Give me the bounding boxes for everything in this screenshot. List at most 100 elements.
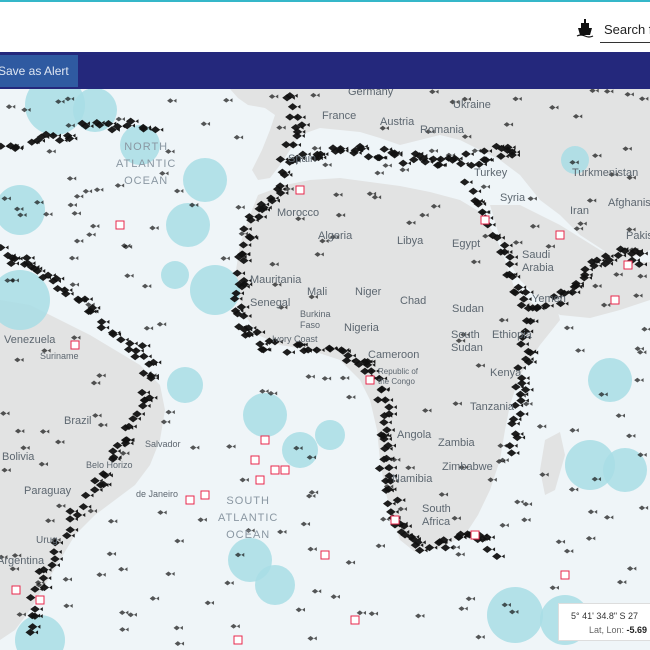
vessel-marker[interactable] xyxy=(398,159,411,167)
vessel-marker[interactable] xyxy=(167,98,177,104)
vessel-marker[interactable] xyxy=(295,607,306,613)
vessel-marker[interactable] xyxy=(465,596,476,602)
vessel-marker[interactable] xyxy=(450,544,460,550)
vessel-marker[interactable] xyxy=(139,352,152,360)
vessel-marker[interactable] xyxy=(62,576,73,582)
vessel-marker[interactable] xyxy=(428,148,439,154)
alert-marker[interactable] xyxy=(623,260,633,270)
vessel-marker[interactable] xyxy=(282,348,295,356)
vessel-marker[interactable] xyxy=(321,376,332,381)
vessel-marker[interactable] xyxy=(514,499,524,505)
alert-marker[interactable] xyxy=(350,615,360,625)
vessel-marker[interactable] xyxy=(482,545,496,553)
vessel-marker[interactable] xyxy=(480,184,491,190)
vessel-marker[interactable] xyxy=(277,529,287,535)
search-input[interactable] xyxy=(600,16,650,43)
vessel-marker[interactable] xyxy=(69,282,80,288)
vessel-marker[interactable] xyxy=(603,514,614,520)
vessel-marker[interactable] xyxy=(259,388,269,394)
alert-marker[interactable] xyxy=(295,185,305,195)
vessel-marker[interactable] xyxy=(224,580,234,586)
vessel-marker[interactable] xyxy=(157,510,167,515)
vessel-marker[interactable] xyxy=(456,160,469,168)
vessel-marker[interactable] xyxy=(307,546,317,552)
vessel-marker[interactable] xyxy=(458,606,468,611)
vessel-marker[interactable] xyxy=(82,188,93,194)
vessel-marker[interactable] xyxy=(226,444,236,449)
vessel-marker[interactable] xyxy=(521,517,531,523)
vessel-marker[interactable] xyxy=(5,104,16,110)
vessel-marker[interactable] xyxy=(461,150,474,158)
vessel-marker[interactable] xyxy=(173,625,183,631)
vessel-marker[interactable] xyxy=(235,204,245,210)
vessel-marker[interactable] xyxy=(46,148,56,154)
vessel-marker[interactable] xyxy=(527,196,537,202)
alert-marker[interactable] xyxy=(70,340,80,350)
alert-marker[interactable] xyxy=(390,515,400,525)
alert-marker[interactable] xyxy=(250,455,260,465)
vessel-marker[interactable] xyxy=(626,566,637,571)
vessel-marker[interactable] xyxy=(569,427,579,433)
vessel-marker[interactable] xyxy=(555,539,566,545)
alert-marker[interactable] xyxy=(280,465,290,475)
vessel-marker[interactable] xyxy=(634,377,644,383)
vessel-marker[interactable] xyxy=(455,551,465,557)
alert-marker[interactable] xyxy=(555,230,565,240)
vessel-marker[interactable] xyxy=(107,518,118,524)
vessel-marker[interactable] xyxy=(322,162,332,168)
map-view[interactable]: Germany Ukraine France Austria Romania S… xyxy=(0,89,650,650)
vessel-marker[interactable] xyxy=(96,318,110,326)
vessel-marker[interactable] xyxy=(587,509,598,515)
alert-marker[interactable] xyxy=(255,475,265,485)
vessel-marker[interactable] xyxy=(141,283,152,289)
vessel-marker[interactable] xyxy=(505,442,518,450)
vessel-marker[interactable] xyxy=(568,487,579,492)
vessel-marker[interactable] xyxy=(356,610,367,616)
vessel-marker[interactable] xyxy=(634,346,644,352)
vessel-marker[interactable] xyxy=(311,145,322,151)
vessel-marker[interactable] xyxy=(468,187,482,195)
vessel-marker[interactable] xyxy=(330,594,340,600)
vessel-marker[interactable] xyxy=(115,116,125,122)
vessel-marker[interactable] xyxy=(549,585,559,591)
vessel-marker[interactable] xyxy=(380,516,390,522)
alert-marker[interactable] xyxy=(185,495,195,505)
vessel-marker[interactable] xyxy=(124,273,134,279)
vessel-marker[interactable] xyxy=(239,477,249,483)
alert-marker[interactable] xyxy=(560,570,570,580)
vessel-marker[interactable] xyxy=(197,517,207,523)
vessel-marker[interactable] xyxy=(220,256,230,261)
vessel-marker[interactable] xyxy=(615,413,625,419)
vessel-marker[interactable] xyxy=(89,223,100,229)
vessel-marker[interactable] xyxy=(143,325,154,331)
map-canvas[interactable] xyxy=(0,89,650,650)
vessel-marker[interactable] xyxy=(459,178,473,186)
vessel-marker[interactable] xyxy=(223,97,233,103)
vessel-marker[interactable] xyxy=(156,321,167,327)
vessel-marker[interactable] xyxy=(137,342,151,350)
vessel-marker[interactable] xyxy=(71,210,81,216)
vessel-marker[interactable] xyxy=(638,505,649,511)
alert-marker[interactable] xyxy=(480,215,490,225)
alert-marker[interactable] xyxy=(260,435,270,445)
vessel-marker[interactable] xyxy=(73,238,84,244)
vessel-marker[interactable] xyxy=(149,596,160,601)
alert-marker[interactable] xyxy=(320,550,330,560)
vessel-marker[interactable] xyxy=(300,521,311,527)
alert-marker[interactable] xyxy=(270,465,280,475)
vessel-marker[interactable] xyxy=(585,536,596,541)
vessel-marker[interactable] xyxy=(119,610,129,616)
vessel-marker[interactable] xyxy=(230,623,240,629)
vessel-marker[interactable] xyxy=(563,548,574,554)
vessel-marker[interactable] xyxy=(339,375,350,381)
vessel-marker[interactable] xyxy=(308,489,319,495)
alert-marker[interactable] xyxy=(115,220,125,230)
vessel-marker[interactable] xyxy=(174,538,184,544)
vessel-marker[interactable] xyxy=(311,588,322,594)
vessel-marker[interactable] xyxy=(306,493,316,499)
vessel-marker[interactable] xyxy=(125,339,138,348)
alert-marker[interactable] xyxy=(470,530,480,540)
vessel-marker[interactable] xyxy=(66,176,77,181)
vessel-marker[interactable] xyxy=(499,522,509,528)
alert-marker[interactable] xyxy=(365,375,375,385)
